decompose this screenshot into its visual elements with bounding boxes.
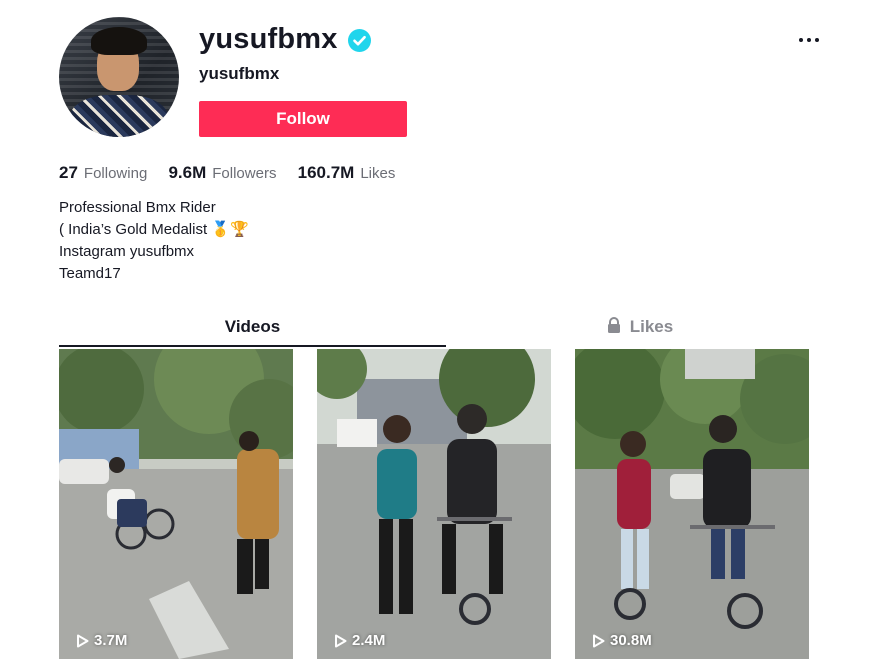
video-views-count: 2.4M <box>352 632 386 649</box>
tab-likes-label: Likes <box>629 317 674 336</box>
stat-followers-count: 9.6M <box>168 163 207 182</box>
lock-icon <box>606 314 622 344</box>
video-views-count: 3.7M <box>94 632 128 649</box>
bio-line: Professional Bmx Rider <box>59 199 216 216</box>
video-thumbnail <box>317 349 551 659</box>
video-card[interactable]: 3.7M <box>59 349 293 659</box>
more-options-icon[interactable] <box>794 28 824 52</box>
bio-line: Teamd17 <box>59 265 121 282</box>
active-tab-indicator <box>59 345 446 347</box>
stat-followers-label: Followers <box>212 165 277 182</box>
video-card[interactable]: 2.4M <box>317 349 551 659</box>
follow-button[interactable]: Follow <box>199 101 407 137</box>
tab-videos[interactable]: Videos <box>59 312 446 346</box>
bio-line: Instagram yusufbmx <box>59 243 195 260</box>
video-views-count: 30.8M <box>610 632 652 649</box>
stat-likes: 160.7M Likes <box>298 163 396 183</box>
stat-likes-count: 160.7M <box>297 163 355 182</box>
stat-following-label: Following <box>83 165 148 182</box>
tab-videos-label: Videos <box>224 317 281 336</box>
profile-nickname: yusufbmx <box>199 64 280 83</box>
stat-followers[interactable]: 9.6M Followers <box>168 163 276 183</box>
stat-following[interactable]: 27 Following <box>59 163 147 183</box>
profile-username: yusufbmx <box>199 23 338 55</box>
verified-badge-icon <box>348 29 371 52</box>
video-card[interactable]: 30.8M <box>575 349 809 659</box>
play-icon <box>77 634 89 647</box>
video-grid: 3.7M 2.4M 30.8M <box>59 349 819 659</box>
play-icon <box>593 634 605 647</box>
bio-line: ( India’s Gold Medalist 🥇🏆 <box>59 221 249 238</box>
profile-bio: Professional Bmx Rider ( India’s Gold Me… <box>59 197 249 285</box>
video-thumbnail <box>59 349 293 659</box>
profile-tabs: Videos Likes <box>59 312 831 348</box>
play-icon <box>335 634 347 647</box>
video-views: 3.7M <box>76 632 127 649</box>
stat-likes-label: Likes <box>360 165 396 182</box>
avatar <box>59 17 179 137</box>
video-thumbnail <box>575 349 809 659</box>
profile-stats: 27 Following 9.6M Followers 160.7M Likes <box>59 163 412 185</box>
stat-following-count: 27 <box>59 163 78 182</box>
tab-likes[interactable]: Likes <box>446 312 833 346</box>
video-views: 2.4M <box>334 632 385 649</box>
video-views: 30.8M <box>592 632 652 649</box>
